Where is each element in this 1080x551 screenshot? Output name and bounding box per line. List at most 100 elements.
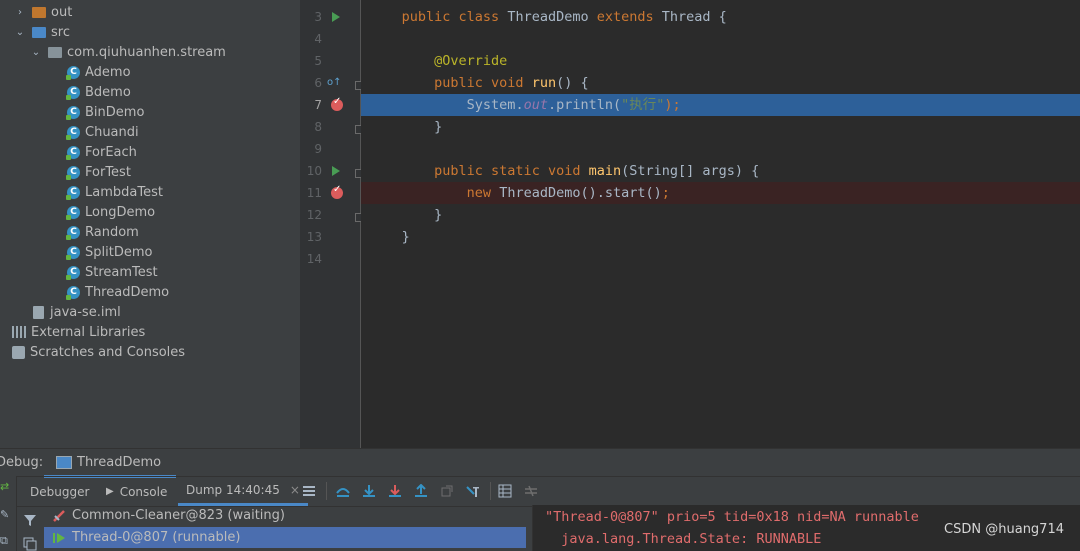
debug-toolbar: Debugger ▶ Console Dump 14:40:45 ×	[0, 476, 1080, 507]
thread-waiting-icon	[53, 509, 65, 522]
package-icon	[48, 46, 62, 58]
step-over-icon[interactable]	[336, 484, 350, 498]
copy-icon[interactable]: ⧉	[0, 534, 8, 548]
editor-gutter: 3 4 5 6 7 8 9 10 11 12 13 14 o↑	[300, 0, 364, 448]
code-editor[interactable]: public class ThreadDemo extends Thread {…	[361, 0, 1080, 448]
line-number: 14	[306, 252, 322, 266]
thread-item[interactable]: Common-Cleaner@823 (waiting)	[42, 505, 530, 526]
tree-item-iml[interactable]: java-se.iml	[0, 302, 300, 322]
tree-item-class[interactable]: C StreamTest	[0, 262, 300, 282]
chevron-right-icon[interactable]: ›	[14, 7, 26, 18]
menu-icon[interactable]	[302, 484, 316, 498]
class-icon: C	[66, 125, 80, 140]
drop-frame-icon[interactable]	[440, 484, 454, 498]
code-line: public static void main(String[] args) {	[434, 163, 760, 179]
class-icon: C	[66, 245, 80, 260]
class-icon: C	[66, 85, 80, 100]
toolbar-divider	[326, 482, 327, 500]
line-number: 9	[314, 142, 322, 156]
breakpoint-icon[interactable]	[331, 96, 343, 111]
console-icon: ▶	[106, 486, 114, 497]
scratches-icon	[12, 345, 25, 359]
code-line-current: System.out.println("执行");	[361, 94, 1080, 116]
step-into-icon[interactable]	[362, 484, 376, 498]
line-number: 6	[314, 76, 322, 90]
layout-icon[interactable]	[23, 537, 37, 551]
tree-item-label: Random	[85, 224, 139, 240]
run-to-cursor-icon[interactable]	[466, 484, 480, 498]
run-icon[interactable]	[332, 166, 340, 176]
tree-item-class[interactable]: C ForEach	[0, 142, 300, 162]
rerun-icon[interactable]: ⇄	[0, 480, 9, 493]
tree-item-out[interactable]: › out	[0, 2, 300, 22]
tree-item-label: StreamTest	[85, 264, 158, 280]
filter-icon[interactable]	[23, 513, 37, 527]
dump-line: java.lang.Thread.State: RUNNABLE	[545, 531, 822, 547]
tab-dump[interactable]: Dump 14:40:45 ×	[178, 477, 308, 506]
trace-icon[interactable]	[524, 484, 538, 498]
thread-label: Thread-0@807 (runnable)	[72, 530, 241, 545]
line-number: 8	[314, 120, 322, 134]
line-number: 4	[314, 32, 322, 46]
tab-debugger[interactable]: Debugger	[30, 477, 89, 506]
watermark: CSDN @huang714	[944, 522, 1064, 537]
class-icon: C	[66, 265, 80, 280]
tree-item-class[interactable]: C LambdaTest	[0, 182, 300, 202]
dump-line: "Thread-0@807" prio=5 tid=0x18 nid=NA ru…	[545, 509, 919, 525]
breakpoint-icon[interactable]	[331, 184, 343, 199]
tree-item-package[interactable]: ⌄ com.qiuhuanhen.stream	[0, 42, 300, 62]
class-icon: C	[66, 205, 80, 220]
toolbar-divider	[490, 482, 491, 500]
tree-item-class[interactable]: C Chuandi	[0, 122, 300, 142]
step-out-icon[interactable]	[414, 484, 428, 498]
chevron-down-icon[interactable]: ⌄	[30, 47, 42, 58]
tree-item-label: LambdaTest	[85, 184, 163, 200]
source-folder-icon	[32, 26, 46, 38]
line-number: 12	[306, 208, 322, 222]
tree-item-label: src	[51, 24, 70, 40]
class-icon: C	[66, 105, 80, 120]
tree-item-class[interactable]: C LongDemo	[0, 202, 300, 222]
tree-item-external-libraries[interactable]: External Libraries	[0, 322, 300, 342]
tree-item-scratches[interactable]: Scratches and Consoles	[0, 342, 300, 362]
line-number: 5	[314, 54, 322, 68]
chevron-down-icon[interactable]: ⌄	[14, 27, 26, 38]
tree-item-class[interactable]: C Bdemo	[0, 82, 300, 102]
tree-item-label: out	[51, 4, 73, 20]
tree-item-label: SplitDemo	[85, 244, 153, 260]
class-icon: C	[66, 65, 80, 80]
module-file-icon	[33, 305, 44, 319]
tab-console[interactable]: ▶ Console	[106, 477, 167, 506]
project-tree: › out ⌄ src ⌄ com.qiuhuanhen.stream C Ade…	[0, 0, 300, 448]
tree-item-class[interactable]: C SplitDemo	[0, 242, 300, 262]
tree-item-label: Bdemo	[85, 84, 131, 100]
code-line: public class ThreadDemo extends Thread {	[401, 9, 727, 25]
tree-item-label: com.qiuhuanhen.stream	[67, 44, 226, 60]
tree-item-class[interactable]: C Random	[0, 222, 300, 242]
debug-session-tab[interactable]: ThreadDemo	[44, 449, 176, 478]
thread-list: Common-Cleaner@823 (waiting) Thread-0@80…	[42, 505, 530, 551]
class-icon: C	[66, 185, 80, 200]
tree-item-src[interactable]: ⌄ src	[0, 22, 300, 42]
folder-icon	[32, 6, 46, 18]
tree-item-label: java-se.iml	[50, 304, 121, 320]
tree-item-label: ForTest	[85, 164, 131, 180]
settings-icon[interactable]: ✎	[0, 508, 9, 521]
tree-item-class[interactable]: C Ademo	[0, 62, 300, 82]
line-number: 11	[306, 186, 322, 200]
tree-item-class[interactable]: C ForTest	[0, 162, 300, 182]
close-icon[interactable]: ×	[290, 483, 300, 497]
class-icon: C	[66, 285, 80, 300]
tree-item-class[interactable]: C ThreadDemo	[0, 282, 300, 302]
run-icon[interactable]	[332, 12, 340, 22]
debug-panel: Debug: ThreadDemo Debugger ▶ Console Dump…	[0, 448, 1080, 551]
code-line-breakpoint: new ThreadDemo().start();	[361, 182, 1080, 204]
tree-item-label: Chuandi	[85, 124, 139, 140]
override-icon[interactable]: o↑	[327, 77, 342, 88]
thread-item-selected[interactable]: Thread-0@807 (runnable)	[44, 527, 526, 548]
force-step-into-icon[interactable]	[388, 484, 402, 498]
tree-item-class[interactable]: C BinDemo	[0, 102, 300, 122]
line-number: 7	[314, 98, 322, 112]
code-line: public void run() {	[434, 75, 589, 91]
evaluate-expression-icon[interactable]	[498, 484, 512, 498]
